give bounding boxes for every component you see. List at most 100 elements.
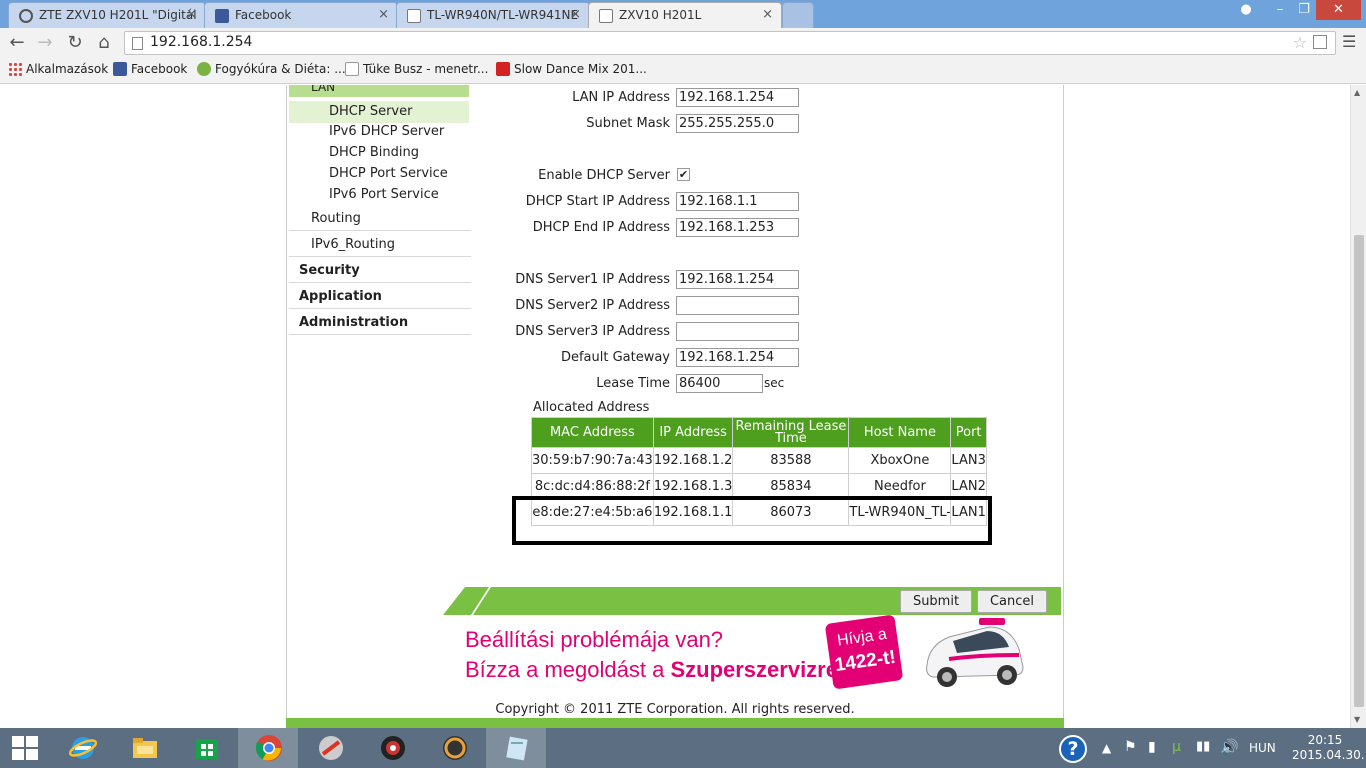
copyright-text: Copyright © 2011 ZTE Corporation. All ri… xyxy=(495,702,855,717)
bookmark-tuke-busz[interactable]: Tüke Busz - menetr... xyxy=(345,62,488,76)
page-icon xyxy=(599,9,613,23)
tab-close-icon[interactable]: × xyxy=(762,7,773,22)
bookmark-apps[interactable]: Alkalmazások xyxy=(8,62,108,76)
browser-titlebar: ZTE ZXV10 H201L "Digitál × Facebook × TL… xyxy=(0,0,1366,28)
dns1-input[interactable] xyxy=(676,270,799,289)
default-gateway-label: Default Gateway xyxy=(560,350,670,365)
support-banner[interactable]: Beállítási problémája van? Bízza a megol… xyxy=(443,614,1061,695)
network-signal-icon[interactable]: ▮▮ xyxy=(1196,739,1210,754)
tab-tl-wr940n[interactable]: TL-WR940N/TL-WR941NE × xyxy=(396,2,590,28)
reload-icon[interactable]: ↻ xyxy=(63,31,87,55)
hostname-header: Host Name xyxy=(848,417,952,448)
port-cell: LAN3 xyxy=(950,447,987,474)
scroll-down-icon[interactable]: ▼ xyxy=(1354,715,1360,724)
tab-facebook[interactable]: Facebook × xyxy=(204,2,398,28)
button-bar: Submit Cancel xyxy=(443,587,1061,615)
bus-icon xyxy=(345,62,359,76)
mac-cell: 30:59:b7:90:7a:43 xyxy=(531,447,654,474)
utorrent-icon[interactable]: μ xyxy=(1172,739,1181,755)
chrome-menu-icon[interactable]: ☰ xyxy=(1342,34,1358,50)
taskbar-app-2[interactable] xyxy=(362,728,422,768)
enable-dhcp-label: Enable DHCP Server xyxy=(538,168,670,183)
dhcp-start-input[interactable] xyxy=(676,192,799,211)
dns3-input[interactable] xyxy=(676,322,799,341)
page-viewport: LAN DHCP Server IPv6 DHCP Server DHCP Bi… xyxy=(0,85,1350,728)
taskbar-internet-explorer[interactable] xyxy=(52,728,112,768)
lan-ip-input[interactable] xyxy=(676,88,799,107)
taskbar-store[interactable] xyxy=(176,728,236,768)
dhcp-end-input[interactable] xyxy=(676,218,799,237)
app-icon-1 xyxy=(319,736,343,760)
subnet-mask-label: Subnet Mask xyxy=(586,116,670,131)
banner-line-1: Beállítási problémája van? xyxy=(465,627,724,652)
taskbar-file-explorer[interactable] xyxy=(114,728,174,768)
mac-header: MAC Address xyxy=(531,417,654,448)
tab-close-icon[interactable]: × xyxy=(186,7,197,22)
power-icon[interactable]: ▮ xyxy=(1148,739,1156,755)
lease-time-label: Lease Time xyxy=(596,376,670,391)
dns3-label: DNS Server3 IP Address xyxy=(515,324,670,339)
port-header: Port xyxy=(950,417,987,448)
tab-label: ZXV10 H201L xyxy=(619,8,702,22)
cancel-button[interactable]: Cancel xyxy=(977,590,1047,613)
page-scrollbar[interactable]: ▲ ▼ xyxy=(1350,85,1366,728)
dhcp-end-label: DHCP End IP Address xyxy=(532,220,670,235)
store-icon xyxy=(196,739,218,759)
lease-time-unit: sec xyxy=(764,376,785,390)
forward-icon[interactable]: → xyxy=(33,31,57,55)
lease-header: Remaining Lease Time xyxy=(732,417,850,448)
facebook-icon xyxy=(113,62,127,76)
user-profile-icon[interactable]: ● xyxy=(1232,0,1260,20)
volume-icon[interactable]: 🔊 xyxy=(1220,738,1239,756)
enable-dhcp-checkbox[interactable]: ✔ xyxy=(677,168,690,181)
bookmark-slow-dance[interactable]: Slow Dance Mix 201... xyxy=(496,62,647,76)
dns2-input[interactable] xyxy=(676,296,799,315)
bookmark-star-icon[interactable]: ☆ xyxy=(1293,33,1307,52)
taskbar-app-3[interactable] xyxy=(424,728,484,768)
leaf-icon xyxy=(197,62,211,76)
submit-button[interactable]: Submit xyxy=(900,590,972,613)
footer-bar xyxy=(286,718,1064,728)
bookmark-facebook[interactable]: Facebook xyxy=(113,62,187,76)
dns2-label: DNS Server2 IP Address xyxy=(515,298,670,313)
internet-explorer-icon xyxy=(69,737,97,759)
address-bar[interactable]: 192.168.1.254 ☆ xyxy=(124,31,1336,55)
help-icon[interactable]: ? xyxy=(1059,735,1087,763)
tab-close-icon[interactable]: × xyxy=(570,7,581,22)
tab-zte-digital[interactable]: ZTE ZXV10 H201L "Digitál × xyxy=(8,2,206,28)
taskbar-chrome[interactable] xyxy=(238,728,298,768)
home-icon[interactable]: ⌂ xyxy=(92,31,116,55)
scroll-up-icon[interactable]: ▲ xyxy=(1354,88,1360,97)
clock[interactable]: 20:15 2015.04.30. xyxy=(1292,733,1365,763)
extension-icon[interactable] xyxy=(1313,35,1327,49)
taskbar-app-1[interactable] xyxy=(300,728,360,768)
scrollbar-thumb[interactable] xyxy=(1354,235,1364,707)
lan-ip-label: LAN IP Address xyxy=(572,90,670,105)
action-center-flag-icon[interactable]: ⚑ xyxy=(1124,739,1137,755)
show-hidden-icons-icon[interactable]: ▲ xyxy=(1102,741,1111,755)
page-icon xyxy=(132,37,143,50)
chrome-icon xyxy=(255,735,282,761)
lease-time-input[interactable] xyxy=(676,374,763,393)
tab-search-icon xyxy=(19,9,33,23)
default-gateway-input[interactable] xyxy=(676,348,799,367)
allocated-address-title: Allocated Address xyxy=(533,400,650,415)
tab-close-icon[interactable]: × xyxy=(378,7,389,22)
restore-icon[interactable]: ❐ xyxy=(1290,0,1318,20)
subnet-mask-input[interactable] xyxy=(676,114,799,133)
clock-time: 20:15 xyxy=(1307,733,1343,747)
bookmarks-bar: Alkalmazások Facebook Fogyókúra & Diéta:… xyxy=(0,58,1366,84)
ip-header: IP Address xyxy=(652,417,734,448)
clock-date: 2015.04.30. xyxy=(1292,748,1365,762)
tab-zxv10-h201l[interactable]: ZXV10 H201L × xyxy=(588,2,782,28)
menu-item-dhcp-binding[interactable]: DHCP Binding xyxy=(329,145,419,160)
windows-start-button[interactable] xyxy=(12,736,38,760)
dhcp-start-label: DHCP Start IP Address xyxy=(525,194,670,209)
back-icon[interactable]: ← xyxy=(5,31,29,55)
language-indicator[interactable]: HUN xyxy=(1249,741,1276,755)
new-tab-button[interactable] xyxy=(782,2,814,28)
bookmark-fogyokura[interactable]: Fogyókúra & Diéta: ... xyxy=(197,62,346,76)
tab-label: Facebook xyxy=(235,8,292,22)
taskbar-notepad[interactable] xyxy=(486,728,546,768)
close-window-icon[interactable]: ✕ xyxy=(1316,0,1361,20)
